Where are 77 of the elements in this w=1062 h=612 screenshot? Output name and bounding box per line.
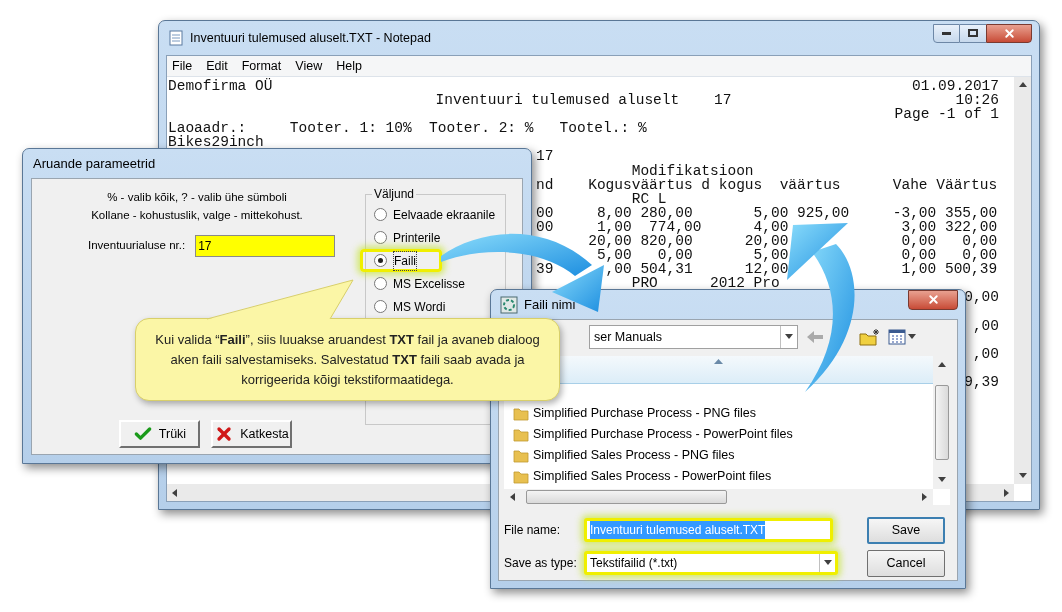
cancel-button[interactable]: Katkesta [211, 420, 292, 448]
text-line: Page -1 of 1 [894, 106, 999, 123]
text-line: RC L [631, 190, 667, 207]
folder-icon [513, 427, 529, 442]
menu-item[interactable]: View [295, 56, 323, 76]
text-line: 20,00 820,00 20,00 0,00 0,00 [587, 233, 998, 250]
text-line: 00 8,00 280,00 5,00 925,00 -3,00 355,00 [536, 204, 998, 221]
minimize-button[interactable] [933, 23, 960, 43]
file-type-combo[interactable]: Tekstifailid (*.txt) [584, 551, 838, 575]
vertical-scrollbar[interactable] [933, 356, 950, 489]
text-line: 9,39 [964, 375, 999, 390]
radio-button[interactable] [374, 254, 387, 267]
text-line: 0,00 [964, 290, 999, 305]
text-line: PRO 2012 Pro [631, 275, 780, 292]
radio-button[interactable] [374, 231, 387, 244]
dialog-title: Aruande parameetrid [33, 154, 156, 173]
text-line: Demofirma OÜ [168, 78, 273, 94]
close-button[interactable] [986, 23, 1032, 43]
close-button[interactable] [908, 289, 958, 310]
menu-item[interactable]: Format [241, 56, 282, 76]
folder-item[interactable]: Simplified Sales Process - PowerPoint files [513, 466, 933, 487]
folder-icon [513, 448, 529, 463]
folder-item[interactable]: Simplified Purchase Process - PowerPoint files [513, 424, 933, 445]
save-button[interactable]: Save [867, 516, 945, 544]
text-line: Bikes29inch [168, 134, 264, 151]
app-icon [500, 295, 518, 314]
hint-text: % - valib kõik, ? - valib ühe sümboli [107, 190, 287, 205]
folder-item[interactable]: Simplified Purchase Process - PNG files [513, 403, 933, 424]
scroll-up-icon[interactable] [1017, 80, 1028, 90]
text-line: ,00 [972, 346, 999, 362]
maximize-button[interactable] [960, 23, 986, 43]
radio-button[interactable] [374, 208, 387, 221]
folder-item[interactable]: Simplified Sales Process - PNG files [513, 445, 933, 466]
close-icon [1002, 26, 1016, 40]
sort-caret-icon [714, 358, 723, 364]
close-icon [926, 293, 940, 306]
text-line: Inventuuri tulemused aluselt 17 [435, 92, 732, 109]
text-line: 39 ,00 504,31 12,00 1,00 500,39 [536, 261, 998, 278]
radio-label[interactable]: Printerile [393, 228, 441, 247]
text-line: 5,00 0,00 5,00 0,00 0,00 [596, 247, 998, 264]
menu-item[interactable]: Help [336, 56, 362, 76]
cancel-button[interactable]: Cancel [867, 549, 945, 577]
menu-item[interactable]: File [172, 56, 193, 76]
text-line: ,00 [972, 318, 999, 333]
scroll-left-icon[interactable] [170, 487, 180, 498]
group-label: Väljund [374, 187, 415, 201]
radio-label[interactable]: Faili [393, 250, 417, 271]
radio-button[interactable] [374, 300, 387, 313]
radio-label[interactable]: MS Wordi [393, 297, 446, 316]
dialog-title: Faili nimi [524, 295, 576, 314]
folder-icon [513, 406, 529, 421]
radio-button[interactable] [374, 277, 387, 290]
number-field[interactable]: 17 [195, 235, 336, 257]
vertical-scrollbar[interactable] [1014, 77, 1031, 484]
field-label: File name: [504, 522, 562, 539]
text-line: Modifikatsioon [630, 162, 754, 179]
print-button[interactable]: Trüki [119, 420, 200, 448]
scroll-right-icon[interactable] [919, 492, 929, 502]
text-line: 01.09.2017 [912, 78, 999, 94]
field-label: Save as type: [504, 555, 578, 572]
callout-text: Kui valida “Faili”, siis luuakse aruandest TXT fail ja avaneb dialoog aken faili salvestamiseks. Salvestatud TXT faili saab avada ja korrigeerida kõigi tekstiformaatidega. [154, 330, 541, 389]
new-folder-icon[interactable] [859, 328, 881, 346]
field-label: Inventuurialuse nr.: [88, 238, 186, 254]
scroll-right-icon[interactable] [1001, 487, 1011, 498]
notepad-icon [168, 30, 184, 46]
radio-label[interactable]: Eelvaade ekraanile [393, 205, 496, 224]
scroll-left-icon[interactable] [508, 492, 518, 502]
radio-label[interactable]: MS Excelisse [393, 274, 466, 293]
selected-text: Inventuuri tulemused aluselt.TXT [590, 521, 766, 539]
text-line: nd Kogusväärtus d kogus väärtus Vahe Väärtus [536, 176, 998, 193]
view-menu-button[interactable] [888, 329, 917, 345]
hint-text: Kollane - kohustuslik, valge - mittekohust. [91, 208, 303, 223]
text-line: 17 [536, 148, 554, 165]
location-combo[interactable]: ser Manuals [589, 325, 798, 349]
menu-item[interactable]: Edit [206, 56, 228, 76]
window-title: Inventuuri tulemused aluselt.TXT - Notepad [190, 29, 431, 47]
scroll-up-icon[interactable] [936, 360, 947, 370]
